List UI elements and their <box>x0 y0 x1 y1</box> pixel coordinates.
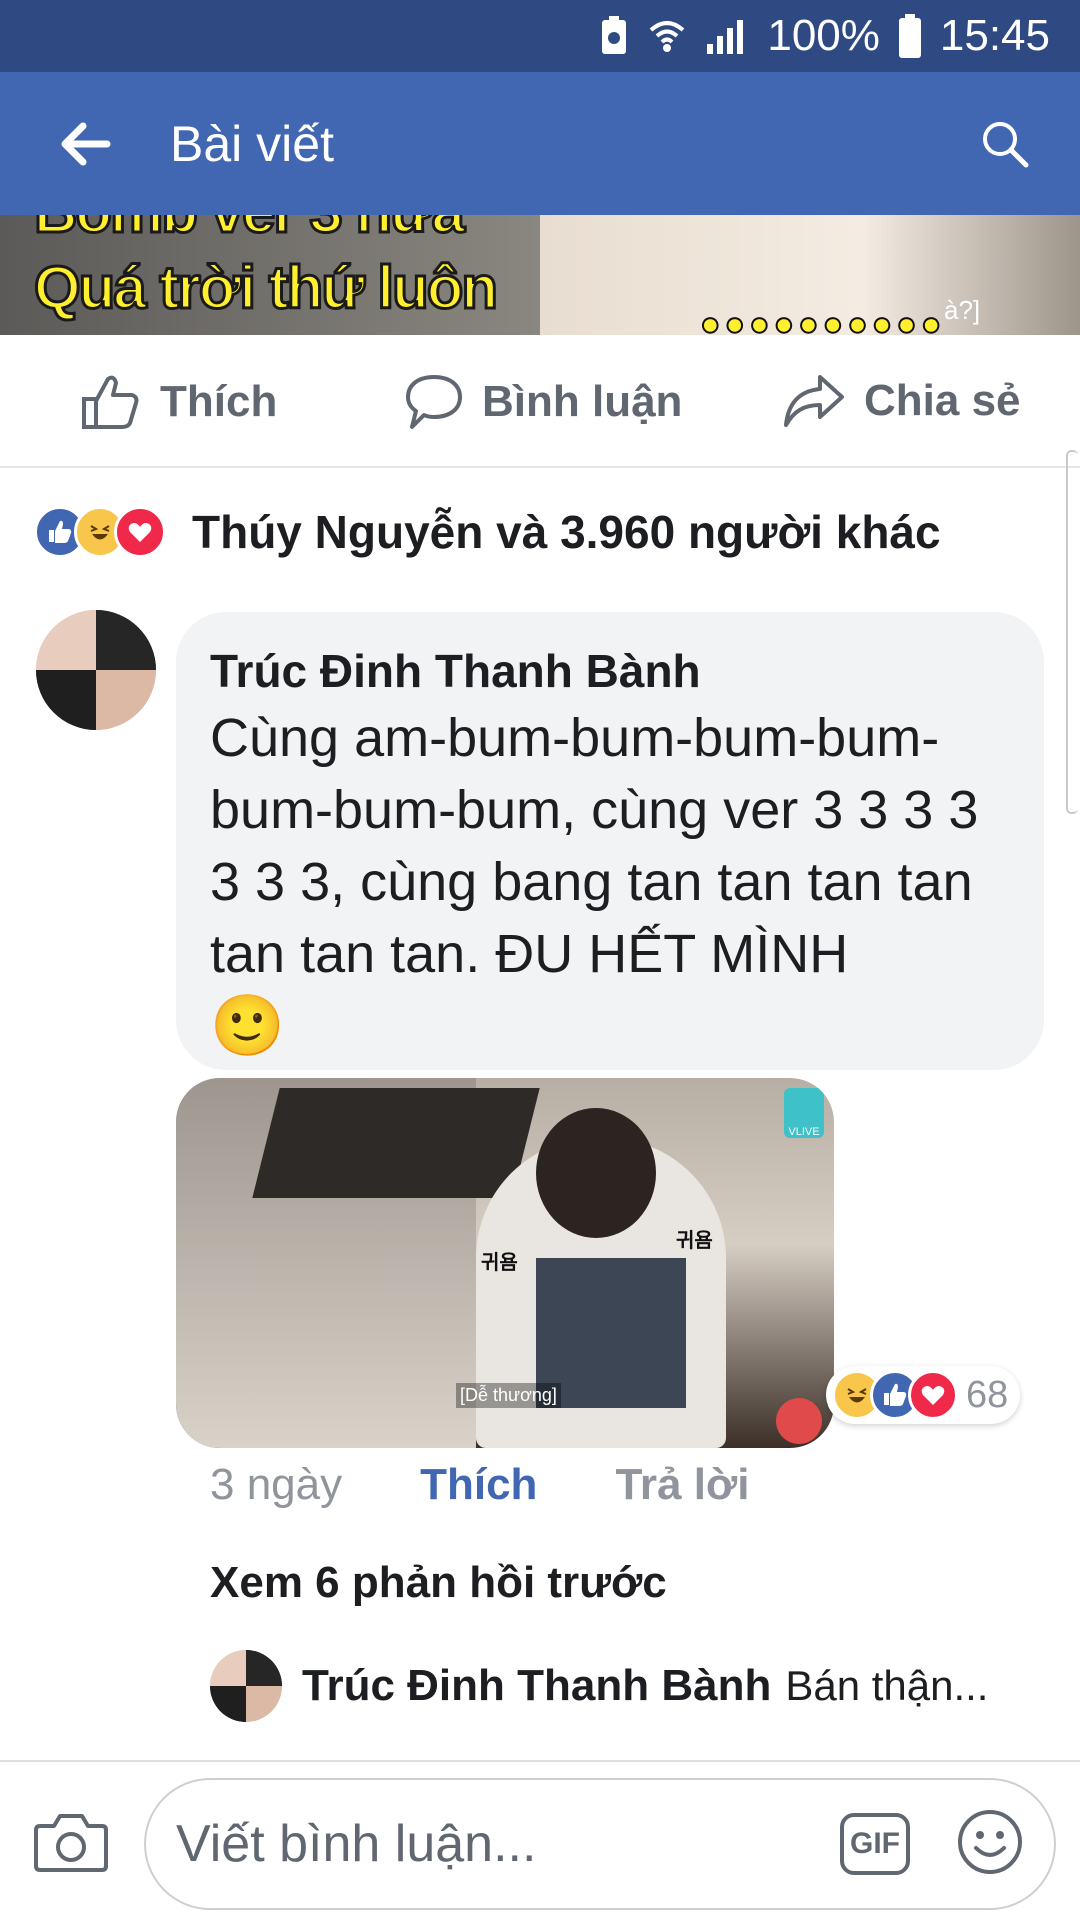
smiley-icon <box>958 1809 1022 1874</box>
reply-avatar[interactable] <box>210 1650 282 1722</box>
app-bar: Bài viết <box>0 72 1080 215</box>
view-previous-replies-link[interactable]: Xem 6 phản hồi trước <box>210 1558 667 1608</box>
thumbs-up-icon <box>82 375 139 429</box>
photo-head <box>536 1108 656 1238</box>
image-caption-line1: Bomb ver 3 nữa <box>33 215 467 247</box>
post-actions: Thích Bình luận Chia sẻ <box>0 335 1080 468</box>
share-icon <box>784 375 844 427</box>
comment-input-placeholder: Viết bình luận... <box>176 1815 537 1873</box>
camera-button[interactable] <box>34 1810 108 1879</box>
reply-author[interactable]: Trúc Đinh Thanh Bành <box>302 1661 771 1711</box>
avatar[interactable] <box>36 610 156 730</box>
gif-button[interactable]: GIF <box>840 1813 910 1875</box>
comment-input[interactable]: Viết bình luận... GIF <box>144 1778 1056 1910</box>
wifi-icon <box>647 16 687 56</box>
photo-caption-right: 귀욤 <box>676 1230 713 1252</box>
search-icon <box>983 121 1029 167</box>
comment-reply-button[interactable]: Trả lời <box>615 1460 749 1510</box>
camera-icon <box>34 1814 108 1872</box>
share-label: Chia sẻ <box>864 376 1021 425</box>
love-reaction-icon <box>114 506 166 558</box>
comment-bubble[interactable]: Trúc Đinh Thanh Bành Cùng am-bum-bum-bum… <box>176 612 1044 1070</box>
status-bar: 100% 15:45 <box>0 0 1080 72</box>
image-subtitle-fragment: à?] <box>944 295 981 325</box>
comment-button[interactable]: Bình luận <box>404 373 682 431</box>
share-button[interactable]: Chia sẻ <box>782 373 1021 429</box>
image-caption-line2: Quá trời thứ luôn <box>32 253 499 323</box>
vlive-logo-icon: VLIVE <box>784 1088 824 1138</box>
like-button[interactable]: Thích <box>80 373 277 431</box>
page-title: Bài viết <box>170 115 334 172</box>
battery-saver-icon <box>599 16 629 56</box>
comment-reaction-count: 68 <box>966 1373 1009 1416</box>
scroll-indicator <box>1066 450 1078 814</box>
post-image[interactable]: Bomb ver 3 nữa Quá trời thứ luôn ●●●●●●●… <box>0 215 1080 335</box>
comment-text: Cùng am-bum-bum-bum-bum-bum-bum-bum, cùn… <box>210 708 979 1059</box>
finger-heart-icon <box>776 1398 822 1444</box>
clock: 15:45 <box>939 11 1050 60</box>
reactions-summary-text: Thúy Nguyễn và 3.960 người khác <box>192 506 941 558</box>
love-reaction-icon <box>908 1370 958 1420</box>
comment-like-button[interactable]: Thích <box>420 1460 537 1510</box>
comment-meta: 3 ngày Thích Trả lời <box>210 1460 749 1510</box>
comment-author[interactable]: Trúc Đinh Thanh Bành <box>210 644 1010 698</box>
reaction-icons <box>34 506 166 558</box>
reply-text: Bán thận... <box>785 1662 989 1709</box>
comment-reactions[interactable]: 68 <box>826 1366 1021 1424</box>
photo-vent <box>252 1088 540 1198</box>
comment-timestamp[interactable]: 3 ngày <box>210 1460 342 1510</box>
arrow-left-icon <box>61 122 111 165</box>
battery-icon <box>898 14 922 58</box>
signal-icon <box>705 16 749 56</box>
reply-preview[interactable]: Trúc Đinh Thanh Bành Bán thận... <box>210 1650 988 1722</box>
search-button[interactable] <box>930 72 1080 215</box>
comment-icon <box>406 375 462 429</box>
comment-composer: Viết bình luận... GIF <box>0 1760 1080 1922</box>
image-caption-dots: ●●●●●●●●●● <box>699 304 946 335</box>
photo-subtitle: [Dễ thương] <box>456 1383 561 1408</box>
back-button[interactable] <box>0 72 170 215</box>
smile-emoji-icon: 🙂 <box>210 992 285 1059</box>
photo-caption-left: 귀욤 <box>481 1252 518 1274</box>
emoji-button[interactable] <box>956 1808 1024 1881</box>
like-label: Thích <box>160 377 278 426</box>
battery-percent: 100% <box>767 11 880 60</box>
comment-photo[interactable]: 귀욤 귀욤 [Dễ thương] VLIVE <box>176 1078 834 1448</box>
comment-label: Bình luận <box>482 377 683 426</box>
reactions-summary[interactable]: Thúy Nguyễn và 3.960 người khác <box>34 505 941 559</box>
